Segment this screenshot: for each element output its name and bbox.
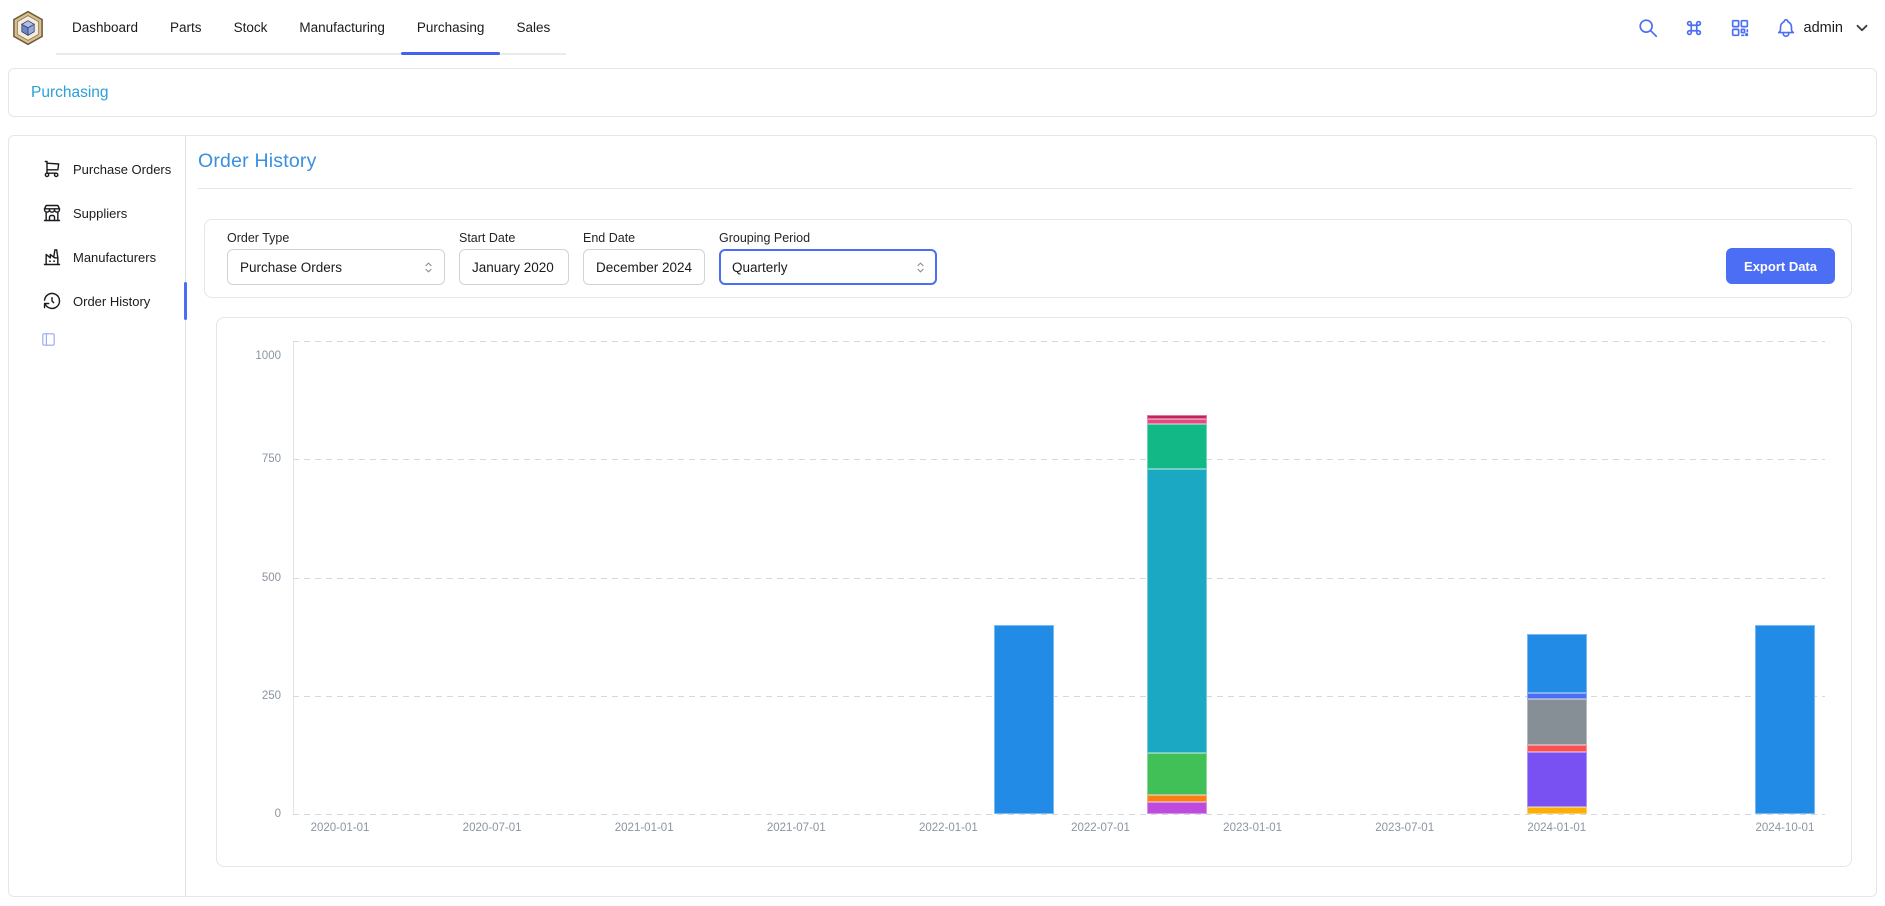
building-store-icon <box>42 203 62 223</box>
order-type-value: Purchase Orders <box>240 260 421 275</box>
gridline <box>293 578 1825 579</box>
bar-segment[interactable] <box>994 625 1054 814</box>
sidebar-item-label: Suppliers <box>73 206 127 221</box>
start-date-field: Start Date <box>459 231 569 285</box>
bar-segment[interactable] <box>1147 753 1207 796</box>
sidebar-item-label: Manufacturers <box>73 250 156 265</box>
export-data-button[interactable]: Export Data <box>1726 248 1835 284</box>
bar-segment[interactable] <box>1755 625 1815 814</box>
shopping-cart-icon <box>42 159 62 179</box>
bar-segment[interactable] <box>1527 699 1587 745</box>
grouping-period-field: Grouping Period Quarterly <box>719 231 937 285</box>
breadcrumb: Purchasing <box>8 68 1877 117</box>
bar-segment[interactable] <box>1147 415 1207 419</box>
tab-manufacturing[interactable]: Manufacturing <box>283 1 401 53</box>
qrcode-icon[interactable] <box>1728 16 1752 40</box>
filter-toolbar: Order Type Purchase Orders Start Date En… <box>204 219 1852 298</box>
tab-dashboard[interactable]: Dashboard <box>56 1 154 53</box>
x-axis-label: 2022-07-01 <box>1053 822 1149 834</box>
command-icon[interactable] <box>1682 16 1706 40</box>
bar-segment[interactable] <box>1527 693 1587 699</box>
grouping-period-label: Grouping Period <box>719 231 937 245</box>
x-axis-label: 2021-07-01 <box>748 822 844 834</box>
bar-segment[interactable] <box>1527 745 1587 751</box>
sidebar-item-manufacturers[interactable]: Manufacturers <box>9 235 185 279</box>
end-date-field: End Date <box>583 231 705 285</box>
sidebar-item-suppliers[interactable]: Suppliers <box>9 191 185 235</box>
y-axis-label: 500 <box>221 570 281 586</box>
tab-purchasing[interactable]: Purchasing <box>401 1 501 53</box>
y-axis-label: 1000 <box>221 348 281 364</box>
sidebar-item-order-history[interactable]: Order History <box>9 279 185 323</box>
bar-segment[interactable] <box>1527 634 1587 693</box>
main-nav-tabs: Dashboard Parts Stock Manufacturing Purc… <box>56 1 566 55</box>
tab-parts[interactable]: Parts <box>154 1 218 53</box>
tab-sales[interactable]: Sales <box>500 1 566 53</box>
username-label: admin <box>1804 20 1844 36</box>
gridline <box>293 696 1825 697</box>
order-type-field: Order Type Purchase Orders <box>227 231 445 285</box>
bar-segment[interactable] <box>1147 419 1207 424</box>
x-axis-label: 2024-10-01 <box>1737 822 1833 834</box>
y-axis-label: 750 <box>221 451 281 467</box>
grouping-period-value: Quarterly <box>732 260 913 275</box>
x-axis-label: 2023-01-01 <box>1205 822 1301 834</box>
order-type-label: Order Type <box>227 231 445 245</box>
app-logo-icon[interactable] <box>10 10 46 46</box>
bar-segment[interactable] <box>1147 424 1207 469</box>
x-axis-label: 2023-07-01 <box>1357 822 1453 834</box>
top-navbar: Dashboard Parts Stock Manufacturing Purc… <box>0 0 1885 56</box>
sidebar-item-label: Order History <box>73 294 150 309</box>
x-axis-label: 2021-01-01 <box>596 822 692 834</box>
chart-plot-area: 0 250 500 750 1000 2020-01-01 2020-07-01 2021-0… <box>217 318 1851 866</box>
end-date-input[interactable] <box>583 249 705 285</box>
x-axis-label: 2022-01-01 <box>900 822 996 834</box>
grouping-period-select[interactable]: Quarterly <box>719 249 937 285</box>
navbar-actions <box>1636 16 1798 40</box>
sidebar-collapse-icon[interactable] <box>40 331 58 349</box>
order-history-chart: 0 250 500 750 1000 2020-01-01 2020-07-01 2021-0… <box>216 317 1852 867</box>
end-date-label: End Date <box>583 231 705 245</box>
start-date-label: Start Date <box>459 231 569 245</box>
gridline <box>293 341 1825 342</box>
page-title: Order History <box>198 150 1852 173</box>
sidebar: Purchase Orders Suppliers Manufacturers <box>9 136 186 896</box>
y-axis-label: 0 <box>221 806 281 822</box>
bar-segment[interactable] <box>1527 752 1587 807</box>
bar-segment[interactable] <box>1527 807 1587 814</box>
bar-segment[interactable] <box>1147 469 1207 753</box>
y-axis-label: 250 <box>221 688 281 704</box>
gridline <box>293 814 1825 815</box>
order-type-select[interactable]: Purchase Orders <box>227 249 445 285</box>
main-panel: Purchase Orders Suppliers Manufacturers <box>8 135 1877 897</box>
x-axis-label: 2020-01-01 <box>292 822 388 834</box>
content-area: Order History Order Type Purchase Orders… <box>186 136 1876 896</box>
search-icon[interactable] <box>1636 16 1660 40</box>
chevron-down-icon <box>1853 19 1871 37</box>
history-icon <box>42 291 62 311</box>
sidebar-item-label: Purchase Orders <box>73 162 171 177</box>
bar-segment[interactable] <box>1147 802 1207 814</box>
user-menu[interactable]: admin <box>1804 19 1872 37</box>
divider <box>198 188 1852 189</box>
x-axis-label: 2024-01-01 <box>1509 822 1605 834</box>
gridline <box>293 459 1825 460</box>
bell-icon[interactable] <box>1774 16 1798 40</box>
selector-icon <box>421 260 436 275</box>
start-date-input[interactable] <box>459 249 569 285</box>
factory-icon <box>42 247 62 267</box>
breadcrumb-purchasing[interactable]: Purchasing <box>31 84 109 102</box>
selector-icon <box>913 260 928 275</box>
x-axis-label: 2020-07-01 <box>444 822 540 834</box>
tab-stock[interactable]: Stock <box>218 1 284 53</box>
bar-segment[interactable] <box>1147 795 1207 802</box>
sidebar-item-purchase-orders[interactable]: Purchase Orders <box>9 147 185 191</box>
